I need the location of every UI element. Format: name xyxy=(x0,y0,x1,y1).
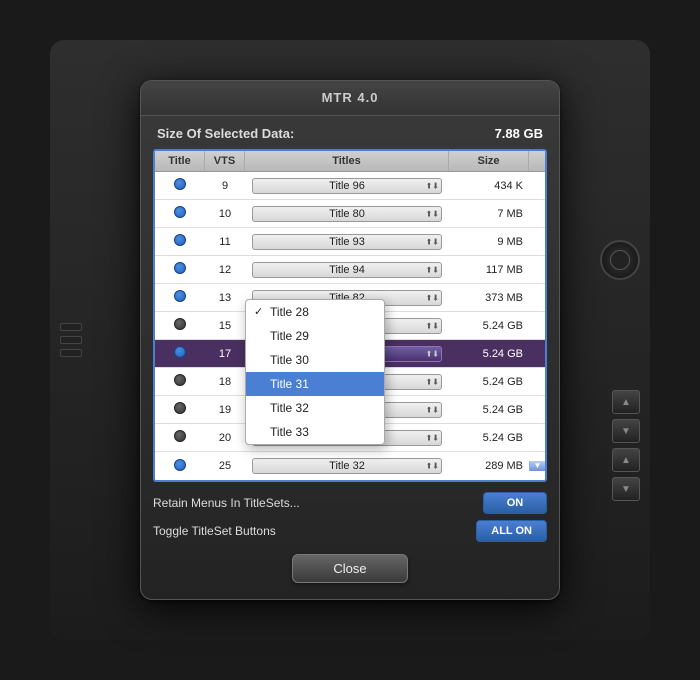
row-checkbox[interactable] xyxy=(174,346,186,358)
col-title-header: Title xyxy=(155,151,205,171)
scrollbar-bottom-arrow[interactable]: ▼ xyxy=(529,461,545,471)
title-select[interactable]: Title 32 xyxy=(252,458,442,474)
row-checkbox[interactable] xyxy=(174,290,186,302)
row-checkbox[interactable] xyxy=(174,374,186,386)
table-header: Title VTS Titles Size xyxy=(155,151,545,172)
row-checkbox[interactable] xyxy=(174,178,186,190)
table-row: 25 Title 32 ⬆⬇ 289 MB ▼ xyxy=(155,452,545,480)
dropdown-item-title28[interactable]: Title 28 xyxy=(246,300,384,324)
table-row: 10 Title 80 ⬆⬇ 7 MB xyxy=(155,200,545,228)
header-row: Size Of Selected Data: 7.88 GB xyxy=(141,116,559,149)
title-select[interactable]: Title 93 xyxy=(252,234,442,250)
toggle-titleset-row: Toggle TitleSet Buttons ALL ON xyxy=(153,520,547,542)
col-vts-header: VTS xyxy=(205,151,245,171)
controls-section: Retain Menus In TitleSets... ON Toggle T… xyxy=(141,482,559,546)
col-scroll-header xyxy=(529,151,545,171)
table-row: 9 Title 96 ⬆⬇ 434 K xyxy=(155,172,545,200)
title-select[interactable]: Title 96 xyxy=(252,178,442,194)
table-row: 11 Title 93 ⬆⬇ 9 MB xyxy=(155,228,545,256)
size-label: Size Of Selected Data: xyxy=(157,126,294,141)
row-checkbox[interactable] xyxy=(174,430,186,442)
toggle-titleset-button[interactable]: ALL ON xyxy=(476,520,547,542)
retain-menus-label: Retain Menus In TitleSets... xyxy=(153,496,300,510)
retain-menus-row: Retain Menus In TitleSets... ON xyxy=(153,492,547,514)
row-checkbox[interactable] xyxy=(174,234,186,246)
row-checkbox[interactable] xyxy=(174,318,186,330)
title-select[interactable]: Title 80 xyxy=(252,206,442,222)
dropdown-item-title29[interactable]: Title 29 xyxy=(246,324,384,348)
app-title: MTR 4.0 xyxy=(322,90,379,105)
col-titles-header: Titles xyxy=(245,151,449,171)
title-select[interactable]: Title 94 xyxy=(252,262,442,278)
table-row: 12 Title 94 ⬆⬇ 117 MB xyxy=(155,256,545,284)
row-checkbox[interactable] xyxy=(174,402,186,414)
title-bar: MTR 4.0 xyxy=(141,81,559,116)
dropdown-item-title32[interactable]: Title 32 xyxy=(246,396,384,420)
dropdown-menu: Title 28 Title 29 Title 30 Title 31 Titl… xyxy=(245,299,385,445)
row-checkbox[interactable] xyxy=(174,206,186,218)
close-button[interactable]: Close xyxy=(292,554,407,583)
data-table: Title VTS Titles Size 9 Title 96 ⬆⬇ xyxy=(153,149,547,482)
row-checkbox[interactable] xyxy=(174,262,186,274)
retain-menus-toggle[interactable]: ON xyxy=(483,492,547,514)
main-window: MTR 4.0 Size Of Selected Data: 7.88 GB T… xyxy=(140,80,560,600)
dropdown-item-title30[interactable]: Title 30 xyxy=(246,348,384,372)
size-value: 7.88 GB xyxy=(495,126,543,141)
close-btn-row: Close xyxy=(141,554,559,583)
col-size-header: Size xyxy=(449,151,529,171)
dropdown-item-title33[interactable]: Title 33 xyxy=(246,420,384,444)
toggle-titleset-label: Toggle TitleSet Buttons xyxy=(153,524,276,538)
dropdown-item-title31[interactable]: Title 31 xyxy=(246,372,384,396)
row-checkbox[interactable] xyxy=(174,459,186,471)
